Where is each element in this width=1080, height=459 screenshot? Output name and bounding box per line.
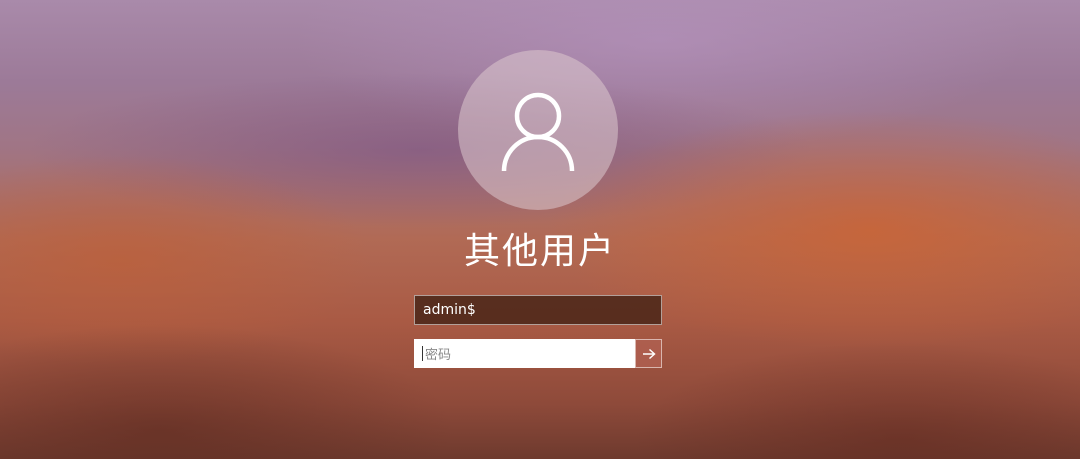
username-field[interactable]: admin$ [414, 295, 662, 325]
user-silhouette-icon [501, 92, 575, 172]
password-input[interactable]: 密码 [414, 339, 635, 368]
arrow-right-icon [642, 348, 656, 359]
user-display-name: 其他用户 [463, 231, 616, 272]
lock-screen: 其他用户 admin$ 密码 [0, 0, 1080, 459]
password-row: 密码 [414, 339, 662, 368]
user-avatar [458, 50, 618, 210]
password-placeholder: 密码 [425, 348, 452, 363]
text-caret [422, 346, 423, 361]
submit-button[interactable] [635, 339, 662, 368]
username-value: admin$ [423, 302, 476, 318]
